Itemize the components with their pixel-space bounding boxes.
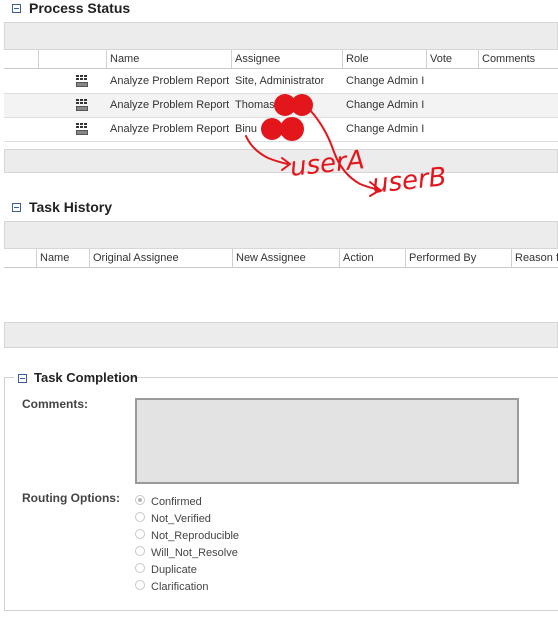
routing-radio-duplicate[interactable] xyxy=(135,563,145,573)
routing-radio-will-not-resolve[interactable] xyxy=(135,546,145,556)
routing-radio-not-reproducible[interactable] xyxy=(135,529,145,539)
task-icon[interactable] xyxy=(75,74,89,88)
process-status-header: Name Assignee Role Vote Comments xyxy=(4,50,558,69)
col-name[interactable]: Name xyxy=(36,249,89,267)
col-icon[interactable] xyxy=(38,50,72,68)
process-status-title: Process Status xyxy=(29,0,131,16)
task-name: Analyze Problem Report xyxy=(110,75,230,87)
col-new-assignee[interactable]: New Assignee xyxy=(232,249,339,267)
comments-field[interactable] xyxy=(135,398,519,484)
comments-label: Comments: xyxy=(22,397,89,411)
routing-option-label: Not_Reproducible xyxy=(151,530,240,542)
task-icon[interactable] xyxy=(75,98,89,112)
process-status-collapse-icon[interactable] xyxy=(12,4,21,13)
col-original-assignee[interactable]: Original Assignee xyxy=(89,249,232,267)
col-performed-by[interactable]: Performed By xyxy=(405,249,511,267)
col-select[interactable] xyxy=(4,50,38,68)
routing-radio-clarification[interactable] xyxy=(135,580,145,590)
task-history-collapse-icon[interactable] xyxy=(12,203,21,212)
task-history-toolbar xyxy=(4,221,558,249)
task-icon[interactable] xyxy=(75,122,89,136)
col-name[interactable]: Name xyxy=(106,50,231,68)
task-completion-legend: Task Completion xyxy=(14,369,138,387)
routing-radio-not-verified[interactable] xyxy=(135,512,145,522)
routing-option-label: Confirmed xyxy=(151,496,202,508)
col-action[interactable]: Action xyxy=(339,249,405,267)
task-history-body xyxy=(4,268,558,322)
task-completion-collapse-icon[interactable] xyxy=(18,374,27,383)
col-comments[interactable]: Comments xyxy=(478,50,558,68)
process-status-toolbar xyxy=(4,22,558,50)
col-vote[interactable]: Vote xyxy=(426,50,478,68)
routing-radio-confirmed[interactable] xyxy=(135,495,145,505)
routing-options-label: Routing Options: xyxy=(22,491,120,505)
task-name: Analyze Problem Report xyxy=(110,123,230,135)
task-history-header: Name Original Assignee New Assignee Acti… xyxy=(4,249,558,268)
task-history-footer xyxy=(4,322,558,348)
routing-option-label: Duplicate xyxy=(151,564,197,576)
routing-option-label: Clarification xyxy=(151,581,209,593)
task-completion-title: Task Completion xyxy=(34,370,138,385)
task-history-title: Task History xyxy=(29,199,112,215)
task-name: Analyze Problem Report xyxy=(110,99,230,111)
routing-option-label: Not_Verified xyxy=(151,513,211,525)
col-reason[interactable]: Reason f xyxy=(511,249,558,267)
col-select[interactable] xyxy=(4,249,36,267)
col-assignee[interactable]: Assignee xyxy=(231,50,342,68)
routing-option-label: Will_Not_Resolve xyxy=(151,547,238,559)
col-role[interactable]: Role xyxy=(342,50,426,68)
